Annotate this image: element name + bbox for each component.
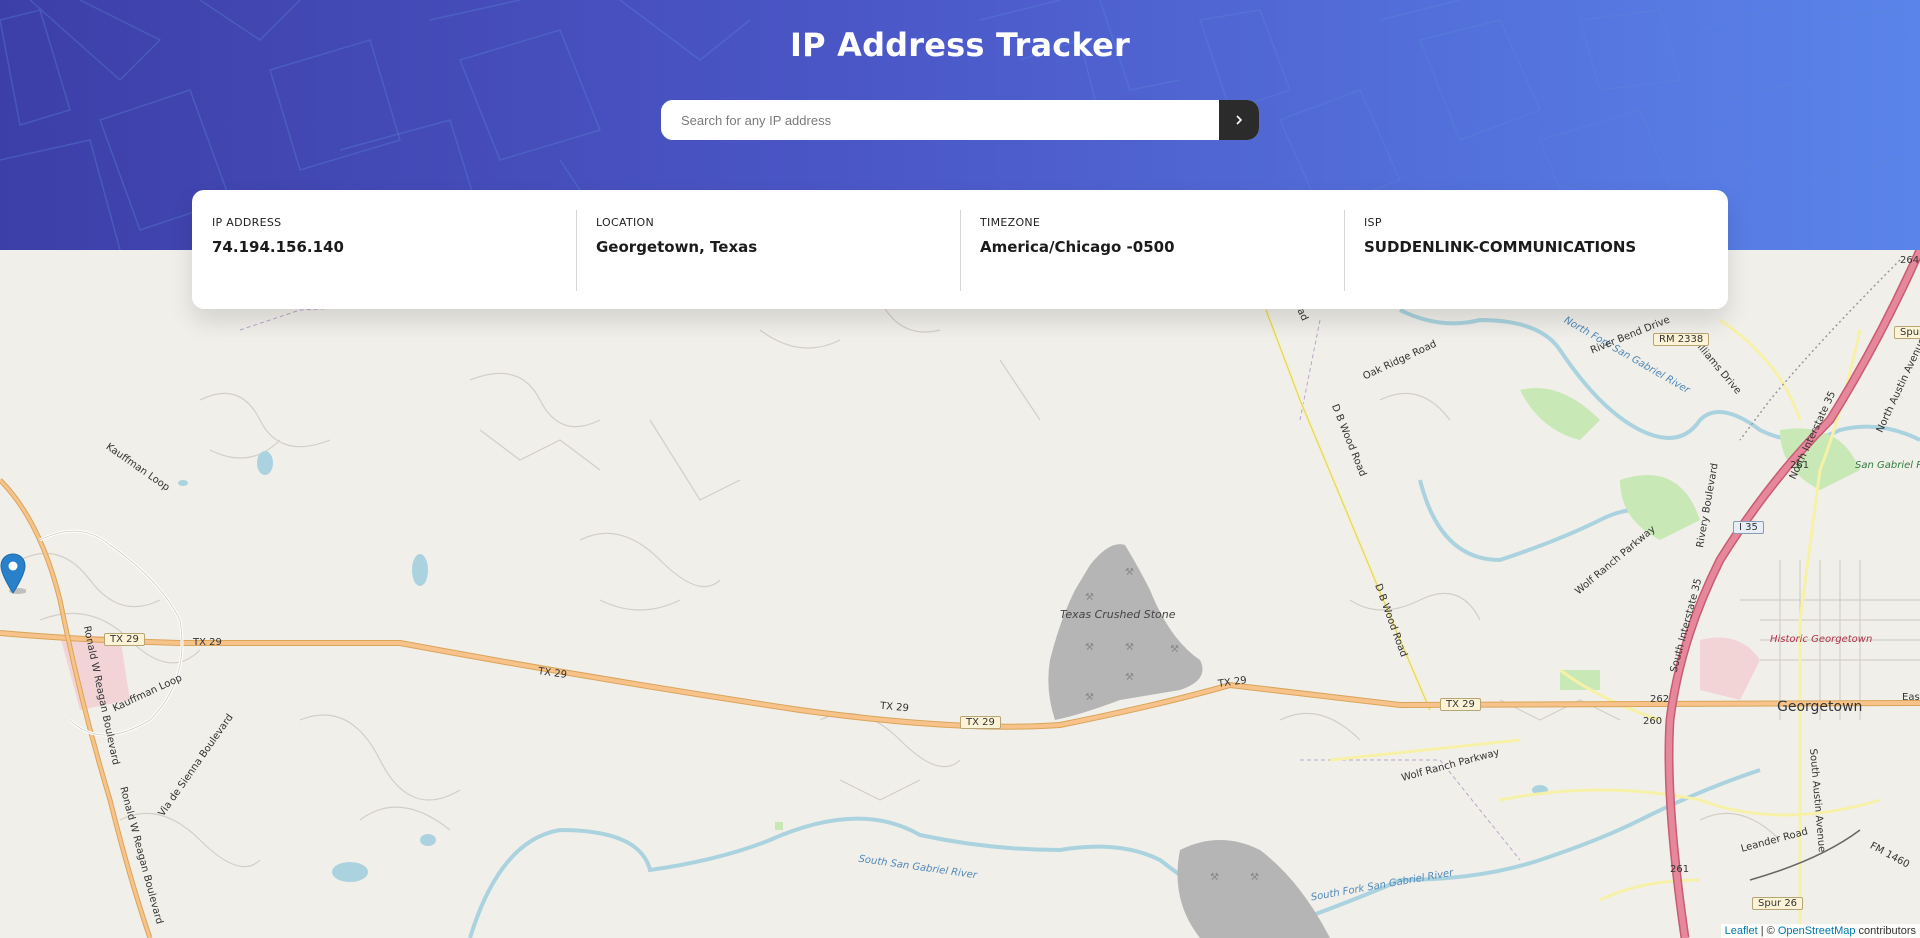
leaflet-link[interactable]: Leaflet <box>1725 925 1758 937</box>
svg-text:⚒: ⚒ <box>1085 642 1094 653</box>
n261-label-2: 261 <box>1670 864 1690 875</box>
tx29-label-1: TX 29 <box>193 637 222 648</box>
tx29-shield-1: TX 29 <box>104 633 145 646</box>
attribution-contributors: contributors <box>1855 925 1916 937</box>
svg-text:⚒: ⚒ <box>1085 592 1094 603</box>
page-title: IP Address Tracker <box>790 26 1130 64</box>
location-label: Location <box>596 216 654 229</box>
ip-info-card: IP Address 74.194.156.140 Location Georg… <box>192 190 1728 309</box>
isp-panel: ISP SUDDENLINK-COMMUNICATIONS <box>1344 210 1728 291</box>
spur26-shield: Spur 26 <box>1752 897 1804 910</box>
spur-shield: Spur <box>1894 326 1920 339</box>
historic-georgetown-label: Historic Georgetown <box>1770 634 1873 645</box>
timezone-value: America/Chicago -0500 <box>980 238 1175 256</box>
san-gabriel-park-label: San Gabriel Park <box>1855 460 1920 471</box>
map-pin-icon[interactable] <box>0 553 26 595</box>
ip-address-value: 74.194.156.140 <box>212 238 344 256</box>
ip-address-panel: IP Address 74.194.156.140 <box>192 210 576 289</box>
svg-text:⚒: ⚒ <box>1170 644 1179 655</box>
texas-crushed-stone-label: Texas Crushed Stone <box>1060 608 1176 621</box>
ip-address-label: IP Address <box>212 216 282 229</box>
openstreetmap-link[interactable]: OpenStreetMap <box>1778 925 1856 937</box>
timezone-panel: Timezone America/Chicago -0500 <box>960 210 1344 291</box>
svg-text:⚒: ⚒ <box>1085 692 1094 703</box>
isp-value: SUDDENLINK-COMMUNICATIONS <box>1364 238 1637 256</box>
i35-shield: I 35 <box>1733 521 1764 534</box>
rm2338-shield: RM 2338 <box>1653 333 1710 346</box>
n264-label: 264 <box>1900 255 1920 266</box>
tx29-shield-2: TX 29 <box>960 716 1001 729</box>
n261-label-1: 261 <box>1790 460 1810 471</box>
n260-label: 260 <box>1643 716 1663 727</box>
n262-label: 262 <box>1650 694 1670 705</box>
georgetown-label: Georgetown <box>1777 699 1863 715</box>
attribution-separator: | © <box>1757 925 1778 937</box>
tx29-shield-3: TX 29 <box>1440 698 1481 711</box>
map[interactable]: ⚒ ⚒ ⚒ ⚒ ⚒ ⚒ ⚒ ⚒ ⚒ TX 29 TX 29 TX 29 TX 2… <box>0 250 1920 938</box>
isp-label: ISP <box>1364 216 1382 229</box>
svg-text:⚒: ⚒ <box>1125 642 1134 653</box>
map-attribution: Leaflet | © OpenStreetMap contributors <box>1720 924 1920 938</box>
svg-text:⚒: ⚒ <box>1125 672 1134 683</box>
ip-search-form <box>661 100 1259 140</box>
svg-text:⚒: ⚒ <box>1210 872 1219 883</box>
east-label: East <box>1902 692 1920 703</box>
search-submit-button[interactable] <box>1219 100 1259 140</box>
ip-search-input[interactable] <box>661 100 1219 140</box>
chevron-right-icon <box>1236 115 1243 125</box>
location-value: Georgetown, Texas <box>596 238 758 256</box>
svg-text:⚒: ⚒ <box>1250 872 1259 883</box>
svg-text:⚒: ⚒ <box>1125 567 1134 578</box>
location-panel: Location Georgetown, Texas <box>576 210 960 291</box>
timezone-label: Timezone <box>980 216 1041 229</box>
